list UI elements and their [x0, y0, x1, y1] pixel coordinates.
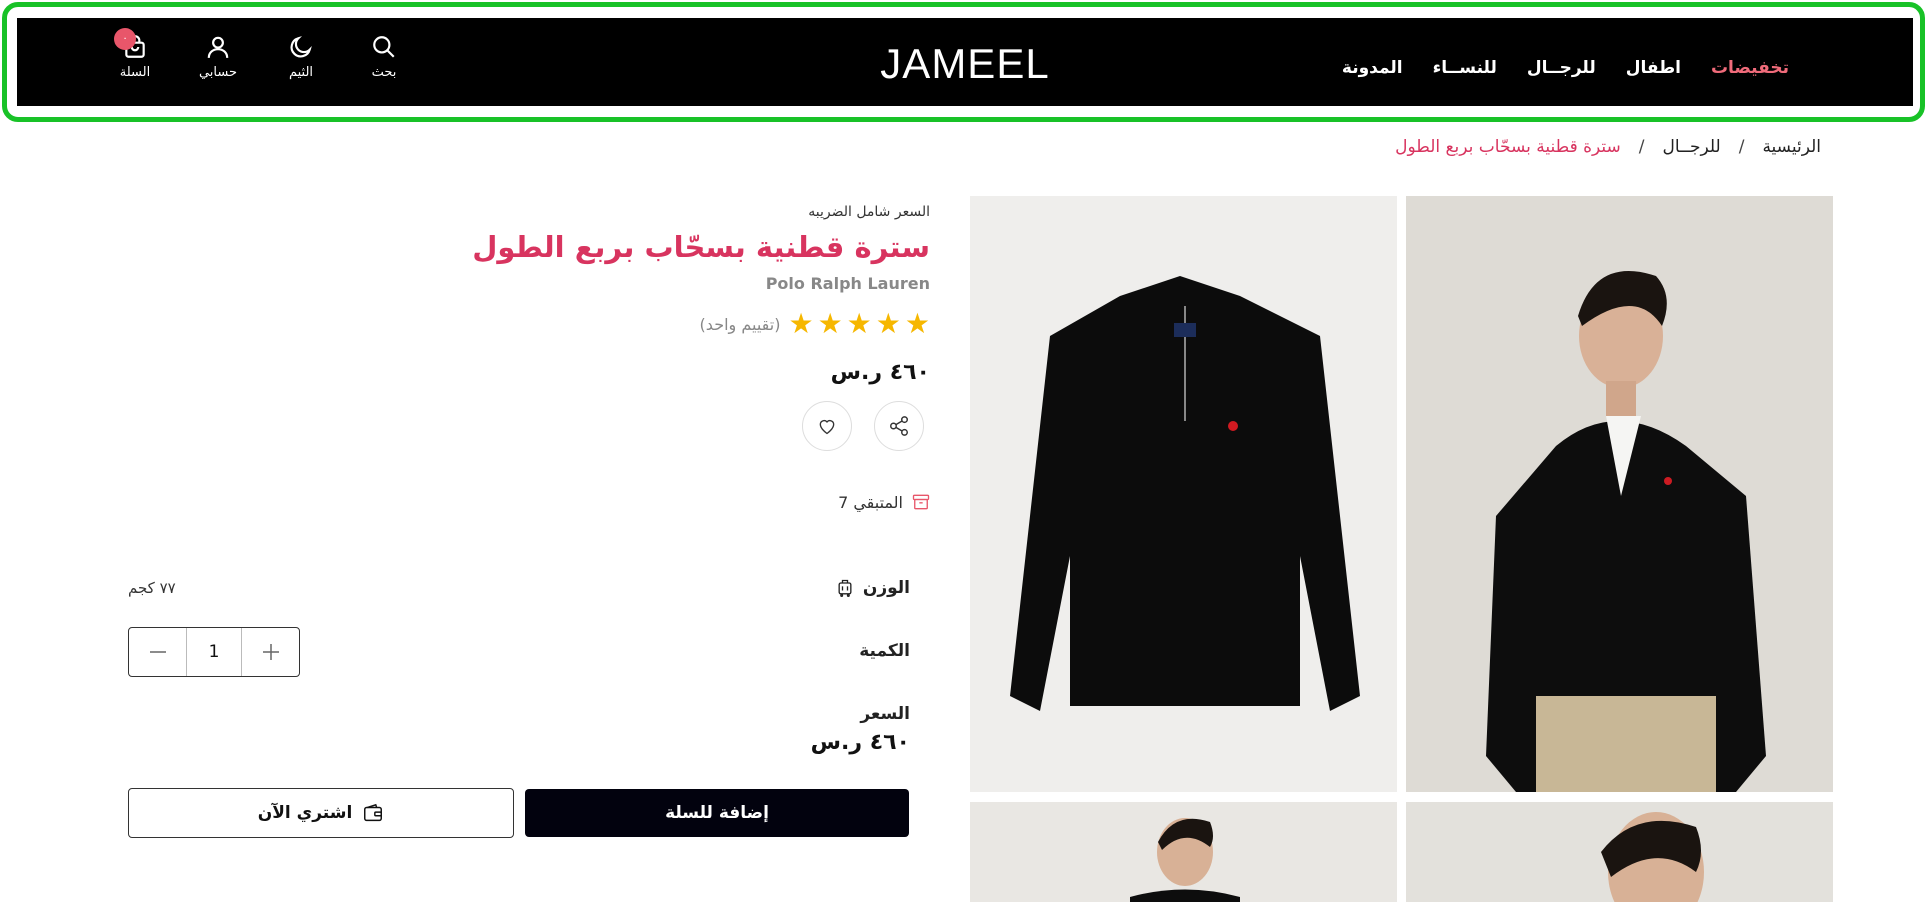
theme-label: الثيم [288, 65, 314, 80]
header-tools: بحث الثيم حسابي ٠ السلة [112, 28, 407, 80]
nav-item-kids[interactable]: اطفال [1626, 58, 1681, 78]
product-title: سترة قطنية بسحّاب بربع الطول [472, 230, 930, 264]
product-photo-model-full[interactable] [970, 802, 1397, 902]
box-icon [912, 494, 930, 510]
share-icon [890, 416, 908, 436]
stock-text: المتبقي 7 [838, 492, 903, 512]
nav-item-blog[interactable]: المدونة [1342, 58, 1403, 78]
buy-now-button[interactable]: اشتري الآن [128, 788, 514, 838]
weight-value: ٧٧ كجم [128, 579, 176, 597]
stock-indicator: المتبقي 7 [838, 492, 931, 512]
total-price: ٤٦٠ ر.س [810, 730, 910, 755]
account-label: حسابي [198, 65, 238, 80]
product-photo-sweater[interactable] [970, 196, 1397, 792]
moon-icon [290, 36, 312, 58]
breadcrumb-separator: / [1738, 137, 1745, 157]
wishlist-button[interactable] [802, 401, 852, 451]
theme-toggle[interactable]: الثيم [278, 34, 324, 80]
star-icon: ★ [846, 307, 872, 340]
cart-count-badge: ٠ [114, 28, 136, 50]
cart-label: السلة [119, 65, 151, 80]
search-icon [373, 36, 395, 58]
decrease-quantity-button[interactable] [129, 628, 186, 676]
star-icon: ★ [875, 307, 901, 340]
product-rating[interactable]: ★ ★ ★ ★ ★ (تقييم واحد) [700, 310, 930, 338]
breadcrumb-separator: / [1638, 137, 1645, 157]
plus-icon [262, 644, 279, 660]
nav-item-women[interactable]: للنســاء [1433, 58, 1497, 78]
site-header: بحث الثيم حسابي ٠ السلة JAMEEL تخفيضات ا… [17, 18, 1913, 106]
search-button[interactable]: بحث [361, 34, 407, 80]
buy-now-label: اشتري الآن [257, 803, 353, 823]
breadcrumb-category[interactable]: للرجــال [1663, 137, 1721, 157]
star-icon: ★ [788, 307, 814, 340]
user-icon [207, 36, 229, 58]
wallet-icon [364, 803, 383, 822]
product-photo-model-front[interactable] [1406, 196, 1833, 792]
breadcrumb-current: سترة قطنية بسحّاب بربع الطول [1395, 137, 1621, 157]
weight-label: الوزن [862, 578, 910, 598]
rating-count: (تقييم واحد) [699, 314, 781, 334]
main-nav: تخفيضات اطفال للرجــال للنســاء المدونة [1342, 58, 1789, 78]
star-icon: ★ [904, 307, 930, 340]
product-price: ٤٦٠ ر.س [830, 360, 930, 385]
product-photo-model-side[interactable] [1406, 802, 1833, 902]
nav-item-men[interactable]: للرجــال [1527, 58, 1596, 78]
search-label: بحث [371, 65, 397, 80]
product-brand[interactable]: Polo Ralph Lauren [766, 274, 930, 293]
account-button[interactable]: حسابي [195, 34, 241, 80]
share-button[interactable] [874, 401, 924, 451]
quantity-label: الكمية [859, 641, 910, 661]
quantity-stepper: 1 [128, 627, 300, 677]
add-to-cart-button[interactable]: إضافة للسلة [525, 789, 909, 837]
breadcrumb-home[interactable]: الرئيسية [1762, 137, 1821, 157]
star-icon: ★ [817, 307, 843, 340]
quantity-input[interactable]: 1 [186, 628, 242, 676]
weight-icon [838, 579, 852, 597]
nav-item-sale[interactable]: تخفيضات [1711, 58, 1789, 78]
heart-icon [819, 419, 835, 435]
cart-button[interactable]: ٠ السلة [112, 28, 158, 80]
tax-note: السعر شامل الضريبه [808, 204, 930, 220]
site-logo[interactable]: JAMEEL [880, 40, 1049, 88]
minus-icon [149, 651, 166, 653]
weight-row: الوزن [835, 578, 910, 598]
price-label: السعر [860, 704, 910, 724]
breadcrumb: الرئيسية / للرجــال / سترة قطنية بسحّاب … [1395, 137, 1821, 157]
increase-quantity-button[interactable] [242, 628, 299, 676]
